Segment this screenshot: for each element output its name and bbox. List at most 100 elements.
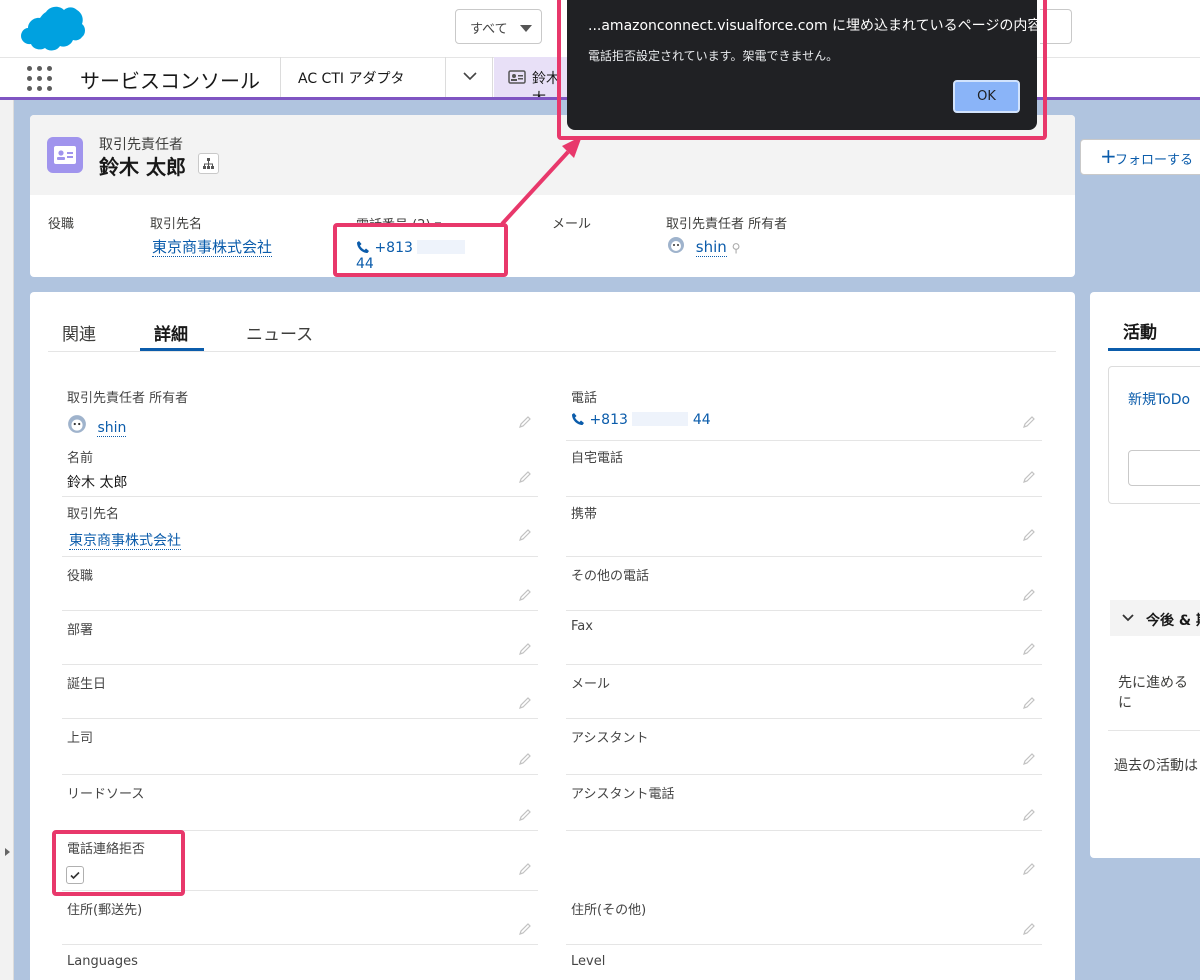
field-label: 自宅電話 bbox=[571, 451, 624, 466]
field-divider bbox=[566, 664, 1042, 665]
field-label: 役職 bbox=[67, 569, 94, 584]
todo-subject-input[interactable] bbox=[1128, 450, 1200, 486]
field-divider bbox=[62, 556, 538, 557]
caret-right-icon[interactable] bbox=[5, 848, 10, 856]
edit-pencil-icon[interactable] bbox=[518, 528, 532, 542]
hl-email-label: メール bbox=[552, 217, 592, 232]
edit-pencil-icon[interactable] bbox=[1022, 470, 1036, 484]
field-account-link[interactable]: 東京商事株式会社 bbox=[69, 530, 181, 550]
annotation-phone-highlight bbox=[333, 223, 508, 277]
tab-label: 鈴木 太 bbox=[532, 71, 560, 97]
follow-button[interactable]: フォローする bbox=[1080, 139, 1200, 175]
search-scope-dropdown[interactable]: すべて bbox=[455, 9, 542, 44]
field-divider bbox=[62, 774, 538, 775]
field-label: 上司 bbox=[67, 731, 94, 746]
edit-pencil-icon[interactable] bbox=[1022, 415, 1036, 429]
app-name: サービスコンソール bbox=[80, 69, 260, 93]
field-label: リードソース bbox=[67, 787, 145, 802]
field-divider bbox=[566, 440, 1042, 441]
nav-menu-button[interactable] bbox=[445, 57, 493, 97]
field-divider bbox=[566, 610, 1042, 611]
field-divider bbox=[566, 718, 1042, 719]
tab-label: AC CTI アダプタ bbox=[298, 71, 405, 87]
edit-pencil-icon[interactable] bbox=[1022, 528, 1036, 542]
field-label: アシスタント bbox=[571, 731, 649, 746]
change-owner-icon[interactable]: ⚲ bbox=[732, 241, 741, 255]
field-divider bbox=[62, 944, 538, 945]
new-todo-tab[interactable]: 新規ToDo bbox=[1128, 389, 1190, 409]
field-label: メール bbox=[571, 677, 611, 692]
edit-pencil-icon[interactable] bbox=[1022, 808, 1036, 822]
tab-divider bbox=[48, 351, 1056, 352]
user-avatar-icon bbox=[668, 237, 684, 253]
contact-card-icon bbox=[508, 70, 526, 84]
field-value: 鈴木 太郎 bbox=[67, 475, 128, 491]
field-divider bbox=[566, 944, 1042, 945]
dialog-title: ...amazonconnect.visualforce.com に埋め込まれて… bbox=[588, 18, 1042, 34]
chevron-down-icon bbox=[1122, 614, 1134, 622]
field-label: 名前 bbox=[67, 451, 94, 466]
field-phone-link[interactable]: +813 44 bbox=[571, 412, 711, 428]
phone-icon bbox=[572, 413, 584, 425]
app-launcher-icon[interactable] bbox=[26, 65, 54, 93]
edit-pencil-icon[interactable] bbox=[518, 862, 532, 876]
dialog-message: 電話拒否設定されています。架電できません。 bbox=[588, 49, 839, 63]
caret-down-icon bbox=[520, 25, 532, 32]
user-avatar-icon bbox=[68, 415, 86, 433]
salesforce-logo-icon[interactable] bbox=[18, 4, 86, 52]
edit-pencil-icon[interactable] bbox=[518, 415, 532, 429]
edit-pencil-icon[interactable] bbox=[518, 752, 532, 766]
edit-pencil-icon[interactable] bbox=[518, 642, 532, 656]
field-divider bbox=[566, 496, 1042, 497]
chevron-down-icon bbox=[463, 72, 477, 81]
plus-icon: + bbox=[1100, 144, 1117, 168]
edit-pencil-icon[interactable] bbox=[518, 922, 532, 936]
edit-pencil-icon[interactable] bbox=[1022, 922, 1036, 936]
tab-related[interactable]: 関連 bbox=[62, 320, 96, 345]
edit-pencil-icon[interactable] bbox=[1022, 642, 1036, 656]
field-label: 誕生日 bbox=[67, 677, 107, 692]
field-owner-value[interactable]: shin bbox=[67, 414, 127, 437]
field-label: 住所(郵送先) bbox=[67, 903, 143, 918]
redacted-digits bbox=[632, 412, 689, 426]
field-label: Languages bbox=[67, 954, 138, 969]
field-divider bbox=[62, 496, 538, 497]
edit-pencil-icon[interactable] bbox=[518, 808, 532, 822]
field-label: 住所(その他) bbox=[571, 903, 647, 918]
record-title: 鈴木 太郎 bbox=[99, 155, 186, 179]
tab-details[interactable]: 詳細 bbox=[154, 320, 188, 345]
search-scope-label: すべて bbox=[470, 22, 508, 37]
field-divider bbox=[566, 830, 1042, 831]
edit-pencil-icon[interactable] bbox=[518, 470, 532, 484]
tab-news[interactable]: ニュース bbox=[246, 320, 313, 345]
hl-owner-link[interactable]: shin ⚲ bbox=[667, 236, 741, 257]
edit-pencil-icon[interactable] bbox=[518, 588, 532, 602]
field-divider bbox=[62, 610, 538, 611]
annotation-checkbox-highlight bbox=[52, 830, 185, 896]
upcoming-overdue-section[interactable]: 今後 & 期 bbox=[1110, 600, 1200, 636]
edit-pencil-icon[interactable] bbox=[1022, 862, 1036, 876]
edit-pencil-icon[interactable] bbox=[1022, 696, 1036, 710]
field-label: 取引先責任者 所有者 bbox=[67, 391, 189, 406]
field-label: その他の電話 bbox=[571, 569, 650, 584]
field-label: アシスタント電話 bbox=[571, 787, 675, 802]
follow-label: フォローする bbox=[1115, 153, 1194, 168]
tab-ac-cti-adapter[interactable]: AC CTI アダプタ bbox=[280, 57, 445, 97]
field-divider bbox=[62, 718, 538, 719]
hl-account-label: 取引先名 bbox=[150, 217, 203, 232]
edit-pencil-icon[interactable] bbox=[1022, 752, 1036, 766]
ok-button[interactable]: OK bbox=[953, 80, 1020, 113]
hl-owner-label: 取引先責任者 所有者 bbox=[666, 217, 788, 232]
edit-pencil-icon[interactable] bbox=[1022, 588, 1036, 602]
contact-object-icon bbox=[47, 137, 83, 173]
tab-activity[interactable]: 活動 bbox=[1123, 318, 1157, 343]
hierarchy-icon bbox=[203, 158, 214, 169]
field-label: 部署 bbox=[67, 623, 94, 638]
field-label: 電話 bbox=[571, 391, 598, 406]
hl-account-link[interactable]: 東京商事株式会社 bbox=[152, 236, 273, 257]
field-divider bbox=[566, 774, 1042, 775]
hierarchy-button[interactable] bbox=[198, 153, 219, 174]
field-divider bbox=[62, 664, 538, 665]
edit-pencil-icon[interactable] bbox=[518, 696, 532, 710]
field-label: Fax bbox=[571, 619, 593, 634]
